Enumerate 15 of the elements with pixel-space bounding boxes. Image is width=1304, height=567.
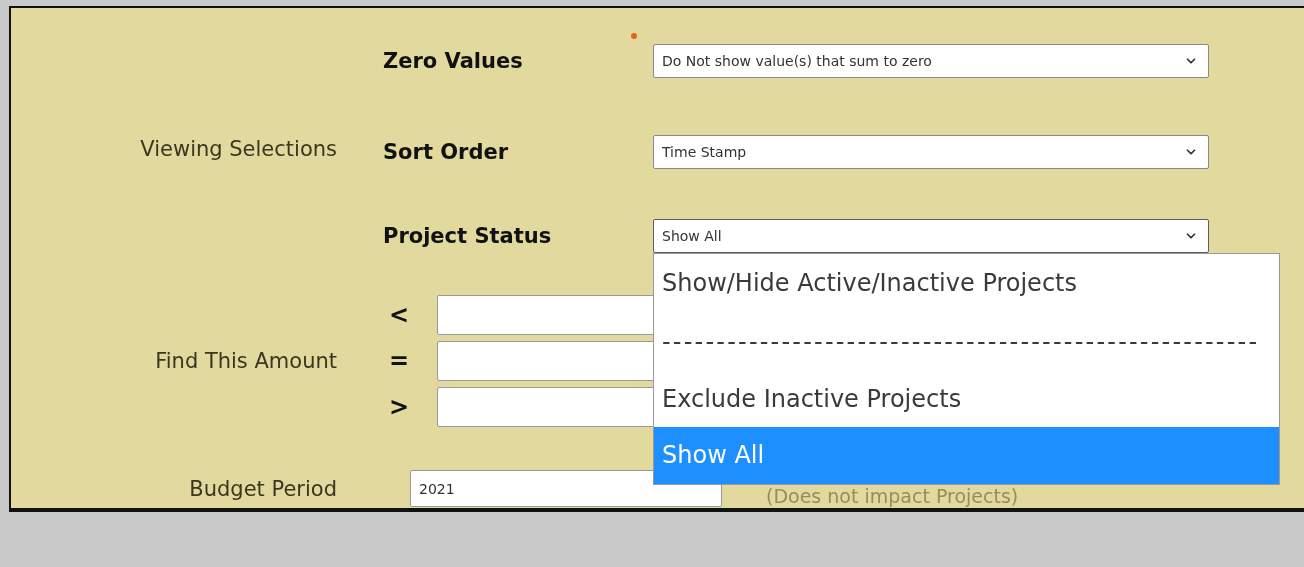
required-marker bbox=[631, 33, 637, 39]
budget-period-input[interactable]: 2021 bbox=[410, 470, 722, 507]
operator-label: > bbox=[389, 393, 411, 421]
field-label: Zero Values bbox=[383, 49, 523, 73]
select-dropdown[interactable]: Do Not show value(s) that sum to zero bbox=[653, 44, 1209, 78]
field-label: Project Status bbox=[383, 224, 552, 248]
operator-label: = bbox=[389, 347, 411, 375]
select-dropdown[interactable]: Show All bbox=[653, 219, 1209, 253]
note-text: (Does not impact Projects) bbox=[766, 486, 1019, 507]
field-label: Sort Order bbox=[383, 140, 509, 164]
section-label: Find This Amount bbox=[154, 349, 338, 373]
select-dropdown[interactable]: Time Stamp bbox=[653, 135, 1209, 169]
section-label: Viewing Selections bbox=[139, 136, 338, 161]
section-label: Budget Period bbox=[188, 477, 338, 503]
operator-label: < bbox=[389, 301, 411, 329]
